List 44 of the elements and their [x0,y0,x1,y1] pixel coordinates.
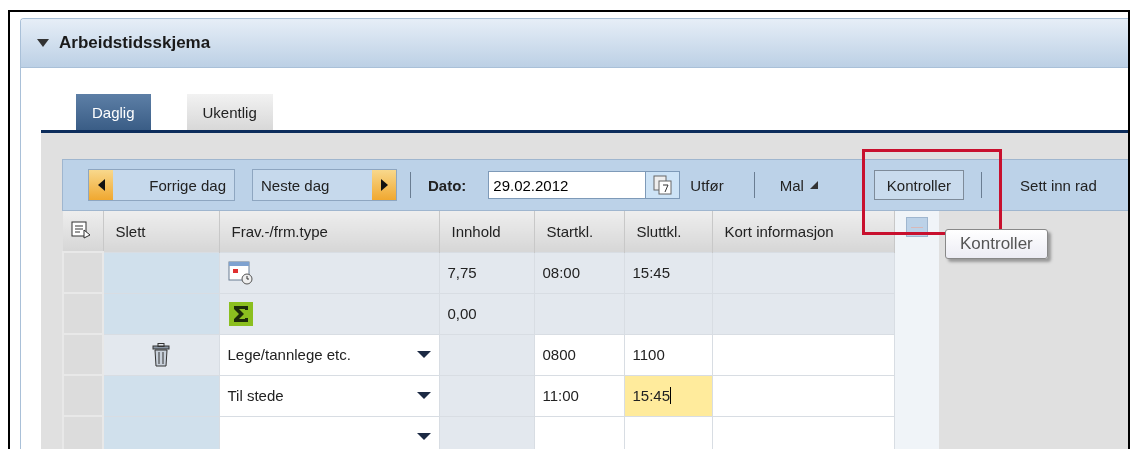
table-cell: 08:00 [534,252,624,293]
check-button[interactable]: Kontroller [873,170,965,200]
caret-icon [416,392,431,399]
start-time-field[interactable]: 11:00 [534,375,624,416]
date-label: Dato: [428,176,467,194]
left-arrow-icon [97,179,105,191]
column-header[interactable]: Frav.-/frm.type [219,211,439,252]
table-cell: 0,00 [439,293,534,334]
trash-icon[interactable] [152,342,171,367]
calendar-clock-icon [227,260,254,285]
row-selector[interactable] [63,293,103,334]
panel-title: Arbeidstidsskjema [59,33,211,53]
column-header[interactable]: Startkl. [534,211,624,252]
column-settings-icon[interactable] [71,220,91,239]
tab[interactable]: Ukentlig [186,94,273,130]
next-day-button[interactable]: Neste dag [252,169,397,201]
sigma-icon [227,300,254,327]
column-header[interactable]: Kort informasjon [712,211,894,252]
end-time-field[interactable]: 1100 [624,334,712,375]
tab[interactable]: Daglig [76,94,151,130]
end-time-field[interactable]: 15:45 [624,375,712,416]
table-cell: 15:45 [624,252,712,293]
template-menu-button[interactable]: Mal [771,169,826,201]
row-selector[interactable] [63,416,103,449]
row-selector[interactable] [63,252,103,293]
row-selector[interactable] [63,334,103,375]
collapse-triangle-icon[interactable] [37,39,49,47]
execute-button[interactable]: Utfør [682,169,732,201]
row-selector[interactable] [63,375,103,416]
column-header[interactable]: Innhold [439,211,534,252]
calendar-button[interactable] [645,171,681,199]
dropdown-triangle-icon [809,181,818,189]
panel-handle[interactable] [905,217,928,237]
caret-icon [416,433,431,440]
tooltip: Kontroller [945,229,1048,259]
column-header[interactable]: Sluttkl. [624,211,712,252]
column-header[interactable]: Slett [103,211,219,252]
insert-row-button[interactable]: Sett inn rad [1012,169,1105,201]
start-time-field[interactable]: 0800 [534,334,624,375]
right-arrow-icon [380,179,388,191]
caret-icon [416,351,431,358]
previous-day-button[interactable]: Forrige dag [88,169,235,201]
table-cell: 7,75 [439,252,534,293]
date-field[interactable]: 29.02.2012 [488,171,646,199]
